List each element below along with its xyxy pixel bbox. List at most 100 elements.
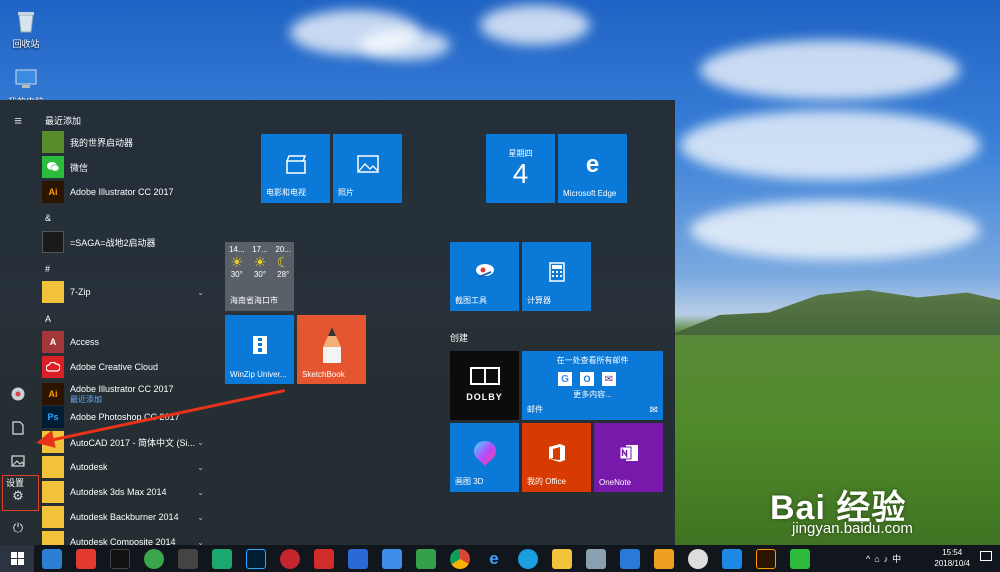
- app-item-folder[interactable]: 7-Zip ⌄: [42, 281, 212, 303]
- taskbar-app-icon[interactable]: [722, 549, 742, 569]
- app-name: =SAGA=战地2启动器: [70, 237, 156, 248]
- tile-edge[interactable]: e Microsoft Edge: [558, 134, 627, 203]
- app-name-text: Adobe Illustrator CC 2017: [70, 383, 174, 394]
- notification-icon[interactable]: [980, 551, 992, 561]
- dolby-logo-icon: [470, 367, 500, 385]
- group-header[interactable]: A: [45, 314, 51, 324]
- wechat-taskbar-icon[interactable]: [790, 549, 810, 569]
- weather-forecast: 14... ☀ 30° 17... ☀ 30° 20... ☾ 28°: [229, 245, 291, 279]
- baidu-netdisk-icon[interactable]: [382, 549, 402, 569]
- tile-dolby[interactable]: DOLBY: [450, 351, 519, 420]
- system-tray-icons[interactable]: ^⌂♪中: [866, 552, 905, 565]
- sun-icon: ☀: [253, 254, 267, 270]
- group-header[interactable]: 最近添加: [45, 114, 81, 127]
- illustrator-taskbar-icon[interactable]: [756, 549, 776, 569]
- app-item[interactable]: 我的世界启动器: [42, 131, 212, 153]
- desktop-icon-recycle-bin[interactable]: 回收站: [1, 8, 51, 50]
- taskbar-app-icon[interactable]: [416, 549, 436, 569]
- tile-paint3d[interactable]: 画图 3D: [450, 423, 519, 492]
- taskbar-app-icon[interactable]: [76, 549, 96, 569]
- tile-photos[interactable]: 照片: [333, 134, 402, 203]
- tile-weather[interactable]: 14... ☀ 30° 17... ☀ 30° 20... ☾ 28° 海南省海…: [225, 242, 294, 311]
- mail-more: 更多内容...: [573, 390, 612, 399]
- cloud: [690, 200, 980, 260]
- taskbar-app-icon[interactable]: [348, 549, 368, 569]
- tile-mail[interactable]: 在一处查看所有邮件 G O ✉ 更多内容... 邮件 ✉: [522, 351, 663, 420]
- app-item[interactable]: Ai Adobe Illustrator CC 2017 最近添加: [42, 381, 212, 407]
- tile-label: 画图 3D: [455, 477, 484, 486]
- calculator-taskbar-icon[interactable]: [178, 549, 198, 569]
- app-item[interactable]: Adobe Creative Cloud: [42, 356, 212, 378]
- app-name: Adobe Illustrator CC 2017 最近添加: [70, 384, 174, 405]
- tile-sketchbook[interactable]: SketchBook: [297, 315, 366, 384]
- app-item-folder[interactable]: Autodesk ⌄: [42, 456, 212, 478]
- illustrator-icon: Ai: [42, 383, 64, 405]
- tile-label: DOLBY: [466, 392, 503, 402]
- power-icon[interactable]: ⏻: [10, 520, 26, 536]
- chevron-down-icon: ⌄: [197, 512, 204, 522]
- taskbar-app-icon[interactable]: [586, 549, 606, 569]
- tile-winzip[interactable]: WinZip Univer...: [225, 315, 294, 384]
- taskbar-app-icon[interactable]: [42, 549, 62, 569]
- tile-label: Microsoft Edge: [563, 189, 617, 198]
- tile-calendar[interactable]: 星期四 4: [486, 134, 555, 203]
- network-icon[interactable]: ⌂: [874, 554, 883, 564]
- chevron-up-icon[interactable]: ^: [866, 554, 874, 564]
- snipping-taskbar-icon[interactable]: [688, 549, 708, 569]
- tile-my-office[interactable]: 我的 Office: [522, 423, 591, 492]
- settings-gear-icon[interactable]: ⚙: [10, 488, 26, 504]
- tile-label: 计算器: [527, 296, 551, 305]
- group-header[interactable]: &: [45, 213, 51, 223]
- app-item[interactable]: =SAGA=战地2启动器: [42, 231, 212, 253]
- app-item-folder[interactable]: Autodesk Composite 2014 ⌄: [42, 531, 212, 545]
- taskbar-app-icon[interactable]: [212, 549, 232, 569]
- cloud: [700, 40, 960, 100]
- file-explorer-icon[interactable]: [552, 549, 572, 569]
- app-name: 我的世界启动器: [70, 137, 134, 148]
- annotation-arrowhead: [34, 430, 56, 452]
- app-list: 最近添加 我的世界启动器 微信 Ai Adobe Illustrator CC …: [42, 100, 217, 545]
- start-rail: ≡ 设置 ⚙ ⏻: [0, 100, 39, 545]
- taskbar-app-icon[interactable]: [144, 549, 164, 569]
- tile-snipping-tool[interactable]: 截图工具: [450, 242, 519, 311]
- tile-calculator[interactable]: 计算器: [522, 242, 591, 311]
- security-shield-icon[interactable]: [654, 549, 674, 569]
- paint3d-icon: [472, 439, 498, 469]
- chrome-icon[interactable]: [450, 549, 470, 569]
- photo-icon: [356, 155, 379, 175]
- app-item[interactable]: A Access: [42, 331, 212, 353]
- taskbar-app-icon[interactable]: [620, 549, 640, 569]
- tile-group-title[interactable]: 创建: [450, 331, 468, 344]
- edge-taskbar-icon[interactable]: e: [484, 549, 504, 569]
- mountain: [670, 290, 1000, 335]
- kugou-icon[interactable]: [518, 549, 538, 569]
- taskbar-app-icon[interactable]: [314, 549, 334, 569]
- app-item-folder[interactable]: Autodesk 3ds Max 2014 ⌄: [42, 481, 212, 503]
- documents-icon[interactable]: [10, 420, 26, 436]
- windows-start-icon[interactable]: [0, 545, 34, 572]
- user-avatar-icon[interactable]: [10, 386, 26, 402]
- weather-temp: 28°: [277, 270, 290, 279]
- wechat-icon: [42, 156, 64, 178]
- app-name: Autodesk: [70, 462, 108, 472]
- tile-label: 邮件: [527, 405, 543, 414]
- app-item-folder[interactable]: Autodesk Backburner 2014 ⌄: [42, 506, 212, 528]
- photoshop-taskbar-icon[interactable]: [246, 549, 266, 569]
- desktop-icon-label: 回收站: [12, 39, 40, 49]
- group-header[interactable]: #: [45, 264, 50, 274]
- tile-movies-tv[interactable]: 电影和电视: [261, 134, 330, 203]
- sun-icon: ☀: [230, 254, 244, 270]
- pictures-icon[interactable]: [10, 453, 26, 469]
- volume-icon[interactable]: ♪: [884, 554, 893, 564]
- clock[interactable]: 15:54 2018/10/4: [934, 547, 970, 569]
- input-method-indicator[interactable]: 中: [892, 554, 905, 564]
- cloud: [360, 30, 450, 60]
- office-icon: [547, 442, 567, 466]
- app-item[interactable]: Ai Adobe Illustrator CC 2017: [42, 181, 212, 203]
- tile-onenote[interactable]: OneNote: [594, 423, 663, 492]
- hamburger-menu-icon[interactable]: ≡: [10, 112, 26, 128]
- folder-icon: [42, 481, 64, 503]
- app-item[interactable]: 微信: [42, 156, 212, 178]
- qq-penguin-icon[interactable]: [110, 549, 130, 569]
- taskbar-app-icon[interactable]: [280, 549, 300, 569]
